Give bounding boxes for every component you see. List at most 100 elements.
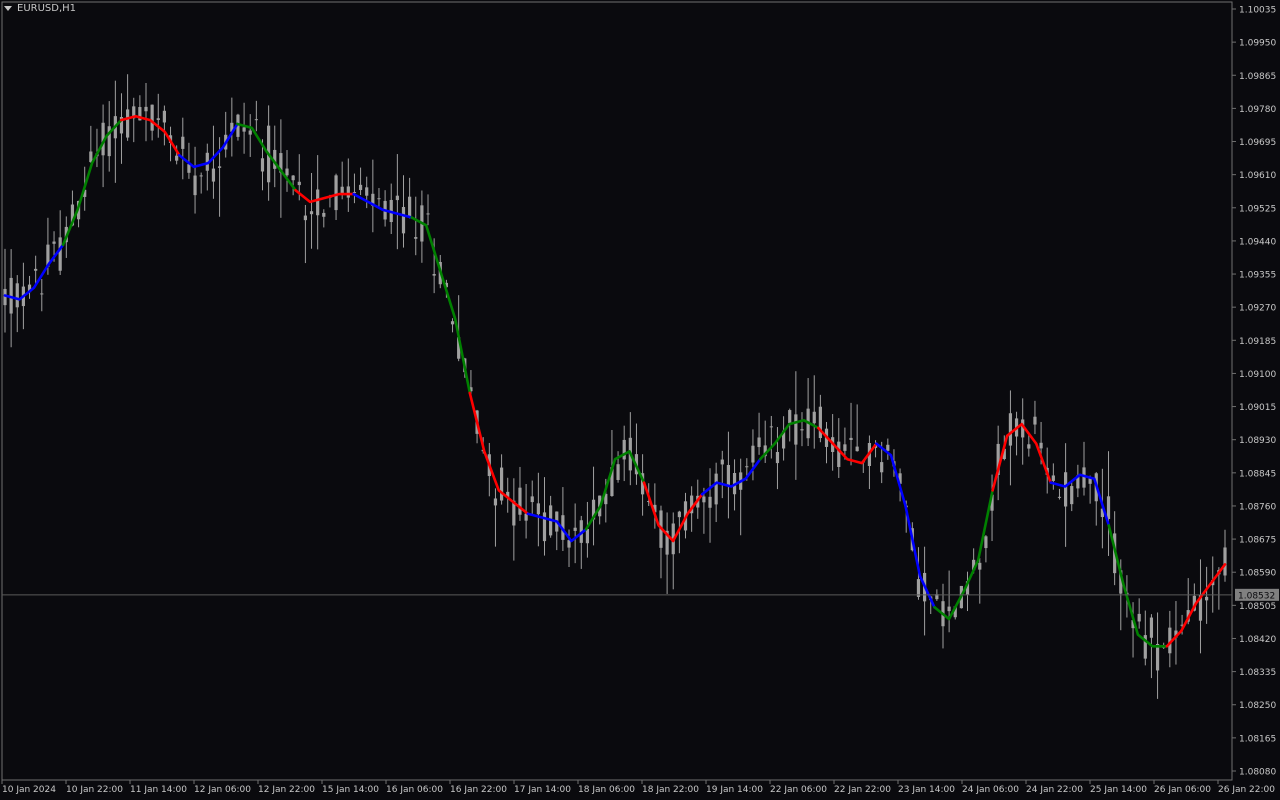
- candle-body: [414, 237, 418, 239]
- candle-body: [720, 459, 724, 465]
- y-tick-label: 1.09610: [1239, 171, 1276, 181]
- candle-body: [248, 130, 252, 135]
- candle-body: [855, 446, 859, 452]
- ma-segment: [410, 216, 472, 395]
- candle-body: [1064, 472, 1068, 507]
- candle-body: [1070, 486, 1074, 505]
- candle-body: [812, 411, 816, 424]
- y-tick-label: 1.08420: [1239, 635, 1276, 645]
- y-tick-label: 1.09440: [1239, 237, 1276, 247]
- x-tick-label: 22 Jan 22:00: [834, 785, 891, 795]
- candle-body: [291, 175, 295, 181]
- x-tick-label: 26 Jan 22:00: [1218, 785, 1275, 795]
- candle-body: [886, 444, 890, 451]
- candle-body: [518, 487, 522, 515]
- candle-body: [334, 175, 338, 211]
- candle-body: [34, 268, 38, 271]
- candle-body: [849, 437, 853, 440]
- candle-body: [843, 444, 847, 451]
- candle-body: [358, 184, 363, 191]
- y-tick-label: 1.09780: [1239, 105, 1276, 115]
- candle-body: [199, 175, 203, 177]
- candle-body: [536, 503, 540, 515]
- candle-body: [1008, 413, 1013, 446]
- candle-body: [499, 467, 504, 501]
- current-price-label: 1.08532: [1238, 591, 1275, 601]
- candle-body: [1155, 643, 1160, 671]
- candle-body: [493, 498, 498, 506]
- x-tick-label: 23 Jan 14:00: [898, 785, 955, 795]
- candle-body: [303, 215, 308, 221]
- chart-title[interactable]: EURUSD,H1: [4, 3, 76, 14]
- candle-body: [751, 445, 755, 463]
- candle-body: [775, 452, 780, 464]
- candle-body: [426, 213, 430, 215]
- y-tick-label: 1.09270: [1239, 304, 1276, 314]
- candle-body: [175, 155, 179, 161]
- price-chart[interactable]: 1.10035 1.09950 1.09865 1.09780 1.09695 1.096…: [0, 0, 1280, 800]
- x-tick-label: 10 Jan 2024: [2, 785, 56, 795]
- candle-body: [297, 181, 301, 186]
- y-tick-label: 1.08080: [1239, 768, 1276, 778]
- x-tick-label: 19 Jan 14:00: [706, 785, 763, 795]
- candle-body: [193, 175, 197, 196]
- x-tick-label: 12 Jan 22:00: [258, 785, 315, 795]
- ma-segment: [1049, 473, 1111, 527]
- x-tick-label: 24 Jan 22:00: [1026, 785, 1083, 795]
- candle-body: [346, 186, 350, 198]
- y-tick-label: 1.08930: [1239, 436, 1276, 446]
- candle-body: [622, 439, 626, 460]
- candle-body: [1137, 613, 1141, 622]
- candle-body: [150, 104, 154, 131]
- candle-body: [530, 496, 534, 503]
- candle-body: [52, 241, 56, 244]
- candle-body: [1149, 617, 1154, 638]
- x-tick-label: 11 Jan 14:00: [130, 785, 187, 795]
- candle-body: [1106, 496, 1111, 519]
- candle-body: [365, 187, 369, 196]
- candle-body: [309, 211, 314, 215]
- y-tick-label: 1.09100: [1239, 370, 1276, 380]
- y-tick-label: 1.09950: [1239, 39, 1276, 49]
- y-tick-label: 1.09015: [1239, 403, 1276, 413]
- plot-frame: [1, 1, 1233, 781]
- y-tick-label: 1.09185: [1239, 337, 1276, 347]
- y-tick-label: 1.08675: [1239, 536, 1276, 546]
- candle-body: [89, 151, 93, 163]
- candle-body: [144, 106, 148, 112]
- candle-body: [947, 606, 951, 612]
- candle-body: [745, 466, 749, 468]
- candle-body: [211, 168, 216, 182]
- x-tick-label: 26 Jan 06:00: [1154, 785, 1211, 795]
- candle-body: [40, 293, 44, 295]
- y-tick-label: 1.08505: [1239, 602, 1276, 612]
- candle-body: [242, 127, 246, 132]
- symbol-label: EURUSD,H1: [17, 3, 77, 14]
- y-tick-label: 1.08845: [1239, 469, 1276, 479]
- candle-body: [1223, 547, 1227, 576]
- candle-body: [181, 136, 185, 149]
- y-tick-label: 1.08335: [1239, 668, 1276, 678]
- dropdown-triangle-icon[interactable]: [4, 6, 12, 11]
- candle-body: [573, 527, 577, 531]
- ma-segment: [584, 450, 646, 531]
- candle-body: [1205, 596, 1209, 601]
- candle-body: [156, 118, 160, 120]
- y-tick-label: 1.08250: [1239, 701, 1276, 711]
- candle-body: [408, 196, 412, 218]
- candle-body: [984, 536, 988, 549]
- y-tick-label: 1.10035: [1239, 6, 1276, 16]
- candle-body: [916, 579, 921, 597]
- x-tick-label: 17 Jan 14:00: [514, 785, 571, 795]
- x-tick-label: 16 Jan 22:00: [450, 785, 507, 795]
- candle-body: [769, 426, 773, 428]
- candle-body: [978, 562, 982, 570]
- x-tick-label: 10 Jan 22:00: [66, 785, 123, 795]
- x-tick-label: 15 Jan 14:00: [322, 785, 379, 795]
- candle-body: [395, 195, 399, 201]
- candle-body: [316, 189, 320, 216]
- x-tick-label: 24 Jan 06:00: [962, 785, 1019, 795]
- x-tick-label: 25 Jan 14:00: [1090, 785, 1147, 795]
- candle-body: [702, 496, 706, 503]
- candle-body: [788, 410, 792, 423]
